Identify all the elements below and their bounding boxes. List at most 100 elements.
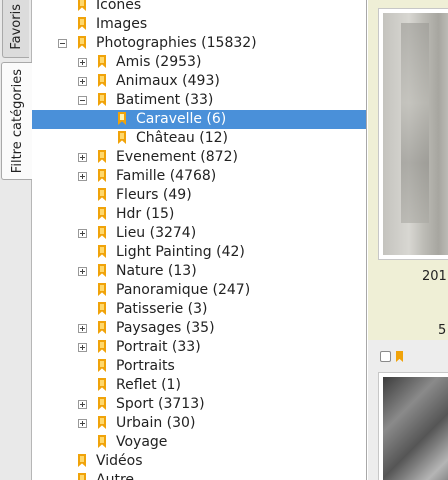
tree-item[interactable]: Icones xyxy=(32,0,366,15)
bookmark-icon xyxy=(98,188,106,201)
tree-item[interactable]: Famille (4768) xyxy=(32,167,366,186)
tree-item-label: Panoramique (247) xyxy=(116,282,251,298)
photo-detail: 5 xyxy=(438,323,447,338)
tree-item[interactable]: Fleurs (49) xyxy=(32,186,366,205)
tree-item-label: Hdr (15) xyxy=(116,206,175,222)
expand-icon[interactable] xyxy=(78,267,87,276)
select-checkbox[interactable] xyxy=(380,351,391,362)
expand-icon[interactable] xyxy=(78,324,87,333)
tree-item-label: Nature (13) xyxy=(116,263,197,279)
bookmark-icon xyxy=(118,131,126,144)
tree-item[interactable]: Photographies (15832) xyxy=(32,34,366,53)
expand-icon[interactable] xyxy=(78,419,87,428)
tree-item-label: Voyage xyxy=(116,434,168,450)
tree-item-label: Urbain (30) xyxy=(116,415,196,431)
bookmark-icon xyxy=(98,340,106,353)
tree-item[interactable]: Batiment (33) xyxy=(32,91,366,110)
tree-item-label: Fleurs (49) xyxy=(116,187,192,203)
tree-item-label: Patisserie (3) xyxy=(116,301,208,317)
tree-item[interactable]: Sport (3713) xyxy=(32,395,366,414)
bookmark-icon xyxy=(98,55,106,68)
bookmark-icon xyxy=(98,321,106,334)
tree-item[interactable]: Reflet (1) xyxy=(32,376,366,395)
tree-item[interactable]: Portrait (33) xyxy=(32,338,366,357)
expand-icon[interactable] xyxy=(78,77,87,86)
bookmark-icon xyxy=(98,397,106,410)
expand-icon[interactable] xyxy=(78,400,87,409)
tab-filtre-categories[interactable]: Filtre catégories xyxy=(1,62,32,180)
expand-icon[interactable] xyxy=(78,343,87,352)
bookmark-icon xyxy=(98,264,106,277)
tree-item[interactable]: Patisserie (3) xyxy=(32,300,366,319)
expand-icon[interactable] xyxy=(78,229,87,238)
tree-item-label: Famille (4768) xyxy=(116,168,217,184)
bookmark-icon xyxy=(98,359,106,372)
collapse-icon[interactable] xyxy=(58,39,67,48)
tree-item-label: Sport (3713) xyxy=(116,396,205,412)
tree-item[interactable]: Portraits xyxy=(32,357,366,376)
tree-item-label: Portrait (33) xyxy=(116,339,201,355)
bookmark-icon xyxy=(78,36,86,49)
tree-item-label: Light Painting (42) xyxy=(116,244,245,260)
tree-item-label: Portraits xyxy=(116,358,175,374)
tree-item-label: Paysages (35) xyxy=(116,320,215,336)
tree-item[interactable]: Evenement (872) xyxy=(32,148,366,167)
tab-filtre-categories-label: Filtre catégories xyxy=(9,68,25,174)
photo-thumbnail[interactable] xyxy=(378,372,448,480)
expand-icon[interactable] xyxy=(78,172,87,181)
tree-item-label: Château (12) xyxy=(136,130,228,146)
bookmark-icon xyxy=(98,435,106,448)
expand-icon[interactable] xyxy=(78,58,87,67)
tree-item-label: Photographies (15832) xyxy=(96,35,257,51)
tree-item-label: Reflet (1) xyxy=(116,377,181,393)
tree-item[interactable]: Urbain (30) xyxy=(32,414,366,433)
photo-thumbnail[interactable] xyxy=(378,8,448,260)
bookmark-icon[interactable] xyxy=(396,351,403,362)
bookmark-icon xyxy=(98,93,106,106)
side-tab-bar: Favoris Filtre catégories xyxy=(0,0,32,480)
tree-item-label: Animaux (493) xyxy=(116,73,220,89)
tree-item-label: Caravelle (6) xyxy=(136,111,227,127)
bookmark-icon xyxy=(78,17,86,30)
tree-item[interactable]: Light Painting (42) xyxy=(32,243,366,262)
tree-item[interactable]: Animaux (493) xyxy=(32,72,366,91)
bookmark-icon xyxy=(78,473,86,480)
bookmark-icon xyxy=(98,226,106,239)
tree-item-label: Icones xyxy=(96,0,142,13)
tree-item[interactable]: Château (12) xyxy=(32,129,366,148)
tree-item[interactable]: Paysages (35) xyxy=(32,319,366,338)
tree-item[interactable]: Panoramique (247) xyxy=(32,281,366,300)
photo-caption: 201 xyxy=(422,269,447,284)
tree-item-label: Amis (2953) xyxy=(116,54,202,70)
bookmark-icon xyxy=(98,74,106,87)
tree-item[interactable]: Caravelle (6) xyxy=(32,110,366,129)
tree-item-label: Vidéos xyxy=(96,453,143,469)
tab-favoris-label: Favoris xyxy=(8,4,24,50)
bookmark-icon xyxy=(98,378,106,391)
tree-item[interactable]: Images xyxy=(32,15,366,34)
tree-item[interactable]: Lieu (3274) xyxy=(32,224,366,243)
tree-item-label: Batiment (33) xyxy=(116,92,214,108)
tree-item-label: Evenement (872) xyxy=(116,149,238,165)
tab-favoris[interactable]: Favoris xyxy=(2,0,29,58)
bookmark-icon xyxy=(98,283,106,296)
tree-item[interactable]: Autre xyxy=(32,471,366,480)
tree-item[interactable]: Vidéos xyxy=(32,452,366,471)
tree-item-label: Images xyxy=(96,16,148,32)
tree-item[interactable]: Hdr (15) xyxy=(32,205,366,224)
tree-item[interactable]: Amis (2953) xyxy=(32,53,366,72)
bookmark-icon xyxy=(78,454,86,467)
tree-item-label: Autre xyxy=(96,472,135,480)
category-tree: Icones Images Photographies (15832) Amis (2… xyxy=(32,0,367,480)
expand-icon[interactable] xyxy=(78,153,87,162)
thumbnail-grid: 201 5 xyxy=(368,0,448,480)
bookmark-icon xyxy=(118,112,126,125)
bookmark-icon xyxy=(98,169,106,182)
bookmark-icon xyxy=(98,207,106,220)
tree-item-label: Lieu (3274) xyxy=(116,225,197,241)
photo-card[interactable]: 201 5 xyxy=(368,0,448,340)
collapse-icon[interactable] xyxy=(78,96,87,105)
bookmark-icon xyxy=(98,302,106,315)
tree-item[interactable]: Voyage xyxy=(32,433,366,452)
tree-item[interactable]: Nature (13) xyxy=(32,262,366,281)
